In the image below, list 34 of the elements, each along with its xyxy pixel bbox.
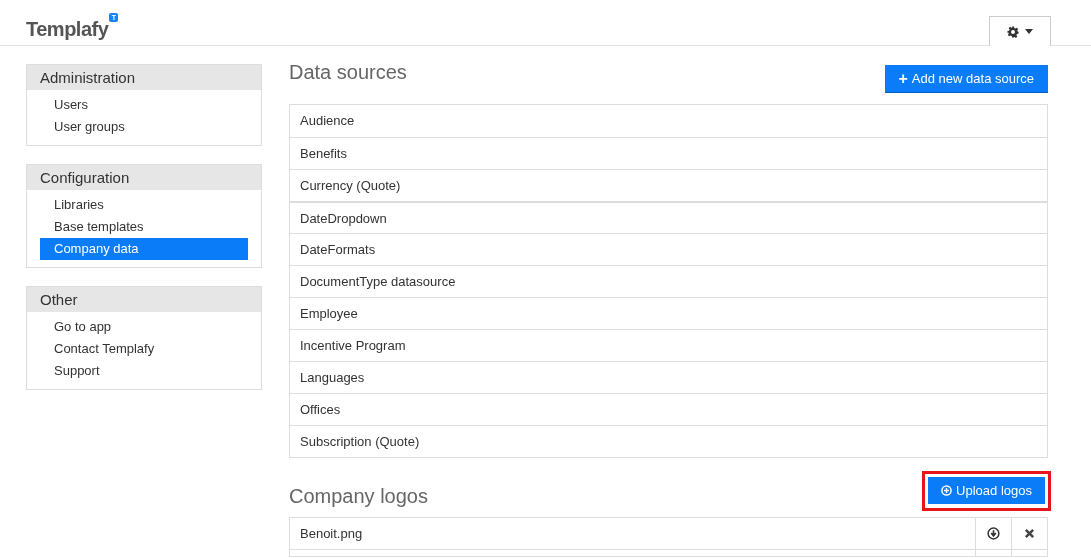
panel-heading: Other	[27, 287, 261, 312]
logo-file-name: Benoit.png	[299, 525, 364, 543]
data-source-row[interactable]: Employee	[290, 297, 1047, 329]
data-source-row[interactable]: Incentive Program	[290, 329, 1047, 361]
download-icon[interactable]	[987, 527, 1000, 540]
settings-dropdown-button[interactable]	[989, 16, 1051, 46]
sidebar-link[interactable]: Support	[40, 360, 248, 382]
data-source-row[interactable]: DateFormats	[290, 233, 1047, 265]
data-source-row[interactable]: Benefits	[290, 137, 1047, 169]
plus-circle-icon	[941, 485, 953, 496]
sidebar-link[interactable]: Go to app	[40, 316, 248, 338]
data-source-row[interactable]: Currency (Quote)	[290, 169, 1047, 201]
logo[interactable]: Templafy	[26, 14, 109, 44]
panel-heading: Administration	[27, 65, 261, 90]
section-title: Data sources	[289, 61, 407, 83]
sidebar-link[interactable]: User groups	[40, 116, 248, 138]
caret-icon	[1025, 29, 1033, 34]
data-source-row[interactable]: DocumentType datasource	[290, 265, 1047, 297]
sidebar-link[interactable]: Contact Templafy	[40, 338, 248, 360]
sidebar-link[interactable]: Users	[40, 94, 248, 116]
settings-icon	[1007, 25, 1019, 38]
sidebar-link[interactable]: Libraries	[40, 194, 248, 216]
data-source-row[interactable]: Offices	[290, 393, 1047, 425]
panel-heading: Configuration	[27, 165, 261, 190]
data-source-row[interactable]: Subscription (Quote)	[290, 425, 1047, 457]
data-source-row[interactable]: Audience	[290, 105, 1047, 137]
section-title: Company logos	[289, 485, 428, 507]
add-data-source-button[interactable]: + Add new data source	[884, 65, 1048, 93]
sidebar-link[interactable]: Base templates	[40, 216, 248, 238]
sidebar-link[interactable]: Company data	[40, 238, 248, 260]
upload-logos-button[interactable]: Upload logos	[928, 477, 1045, 505]
data-source-row[interactable]: DateDropdown	[290, 201, 1047, 233]
data-source-row[interactable]: Languages	[290, 361, 1047, 393]
delete-icon[interactable]	[1024, 528, 1035, 539]
